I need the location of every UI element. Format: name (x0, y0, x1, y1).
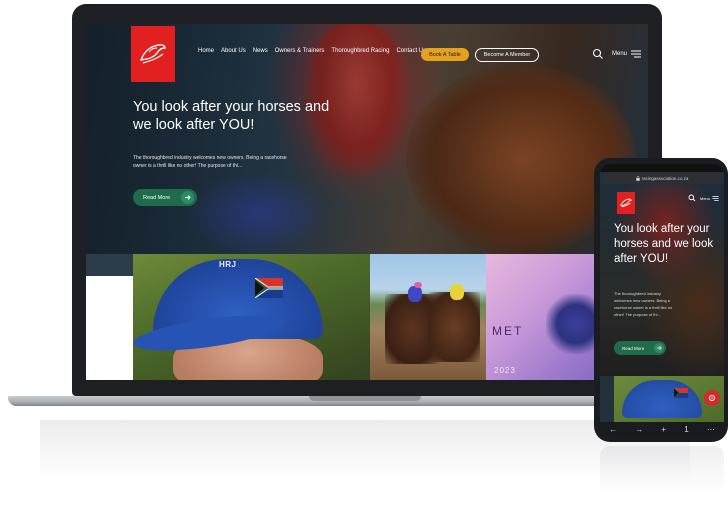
menu-label: Menu (612, 51, 628, 57)
fab-icon (709, 395, 715, 401)
phone-site-logo[interactable] (617, 192, 635, 214)
browser-toolbar: ← → + 1 ⋯ (600, 422, 724, 436)
phone-read-more-button[interactable]: Read More (614, 341, 666, 355)
nav-thoroughbred-racing[interactable]: Thoroughbred Racing (331, 48, 389, 54)
lock-icon (635, 175, 640, 181)
horse-logo-icon (620, 198, 632, 208)
nav-news[interactable]: News (253, 48, 268, 54)
phone-read-more-label: Read More (622, 345, 645, 351)
phone-hero-title: You look after your horses and we look a… (614, 223, 714, 265)
arrow-right-icon (654, 343, 664, 353)
menu-toggle[interactable]: Menu (612, 50, 642, 58)
read-more-button[interactable]: Read More (133, 189, 197, 206)
search-icon[interactable] (592, 48, 604, 60)
nav-owners-trainers[interactable]: Owners & Trainers (275, 48, 325, 54)
nav-home[interactable]: Home (198, 48, 214, 54)
menu-icon (712, 196, 719, 201)
phone-screen: racingassociation.co.za Menu You look af… (600, 164, 724, 436)
flag-icon (255, 278, 283, 298)
become-member-button[interactable]: Become A Member (475, 48, 539, 62)
flag-icon (674, 388, 688, 398)
met-title: MET (492, 324, 524, 338)
news-tile-trainer[interactable]: HRJ (133, 254, 370, 380)
search-icon[interactable] (688, 194, 696, 202)
address-bar[interactable]: racingassociation.co.za (604, 173, 720, 183)
nav-about-us[interactable]: About Us (221, 48, 246, 54)
menu-icon (631, 50, 642, 58)
back-button[interactable]: ← (609, 425, 617, 434)
read-more-label: Read More (143, 194, 171, 201)
status-bar (600, 164, 724, 172)
book-table-button[interactable]: Book A Table (421, 48, 469, 61)
hero-text: The thoroughbred industry welcomes new o… (133, 155, 287, 169)
url-text: racingassociation.co.za (641, 175, 689, 181)
phone-hero-text: The thoroughbred industry welcomes new o… (614, 291, 673, 317)
cap-lettering: HRJ (219, 260, 237, 269)
site-logo[interactable] (131, 26, 175, 82)
new-tab-button[interactable]: + (661, 425, 666, 434)
main-nav: Home About Us News Owners & Trainers Tho… (198, 48, 426, 54)
phone-reflection (600, 446, 724, 496)
laptop-notch (309, 396, 421, 401)
phone-menu-label: Menu (700, 196, 711, 201)
forward-button[interactable]: → (635, 425, 643, 434)
horse-logo-icon (139, 44, 166, 64)
met-year: 2023 (494, 366, 516, 375)
floating-action-button[interactable] (704, 390, 720, 406)
more-button[interactable]: ⋯ (707, 425, 715, 434)
content-gutter (86, 276, 133, 380)
hero-title: You look after your horses and we look a… (133, 99, 330, 133)
tabs-button[interactable]: 1 (684, 425, 688, 434)
news-tile-race[interactable] (370, 254, 486, 380)
laptop-reflection (40, 420, 690, 480)
phone-menu-toggle[interactable]: Menu (700, 196, 719, 201)
arrow-right-icon (181, 191, 194, 204)
laptop-screen: Home About Us News Owners & Trainers Tho… (86, 24, 648, 380)
